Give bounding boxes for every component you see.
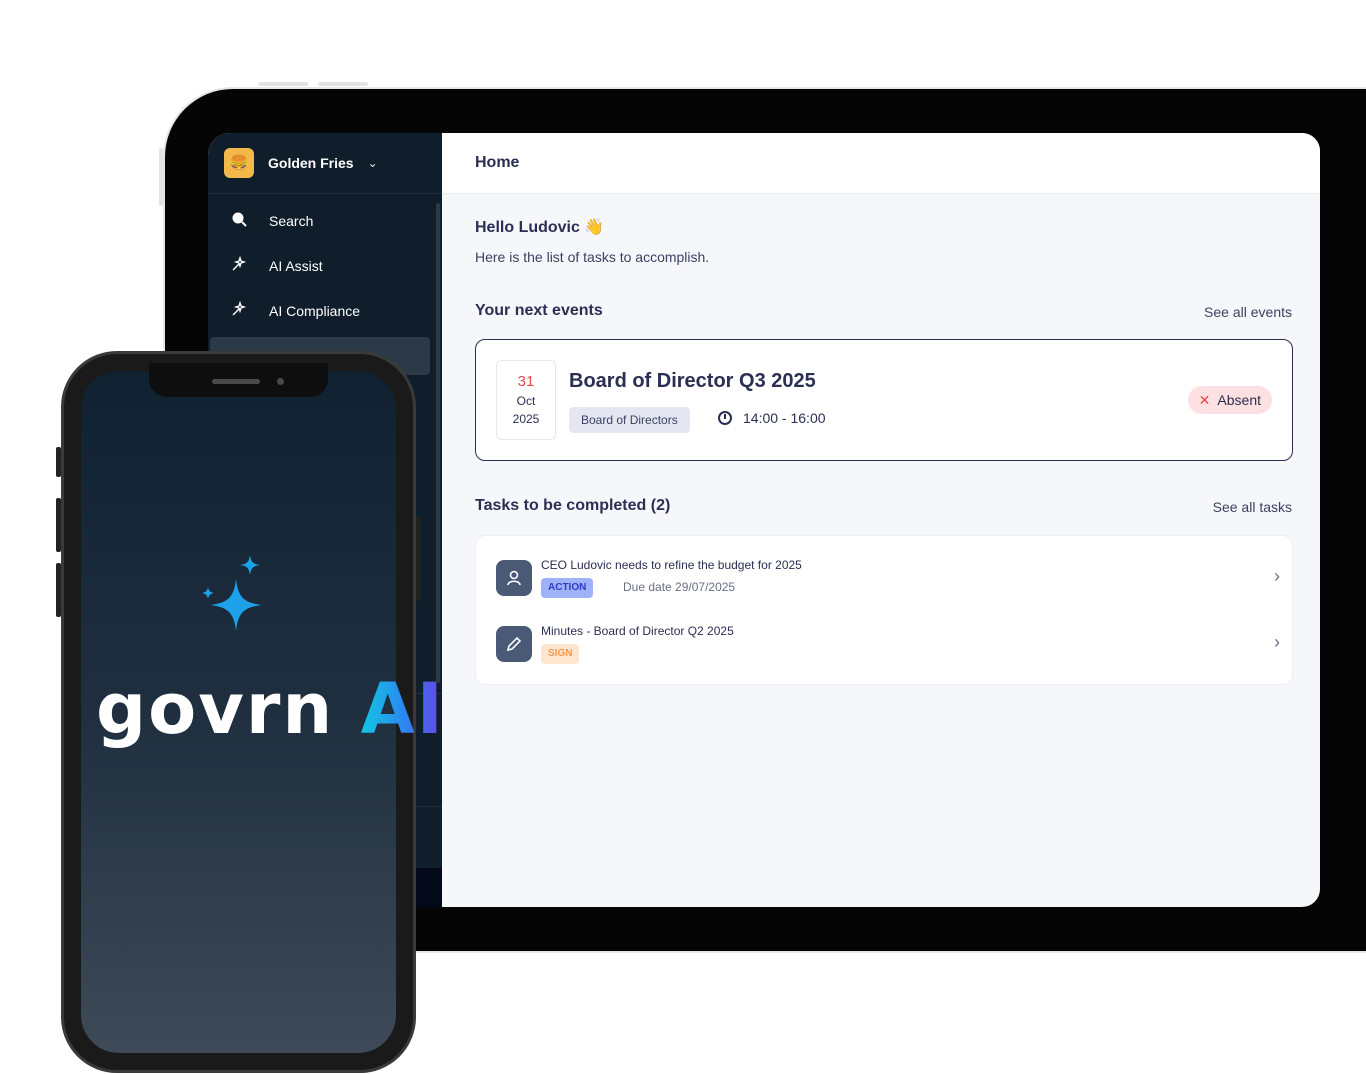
attendance-status-badge[interactable]: ✕ Absent xyxy=(1187,386,1272,414)
phone-speaker xyxy=(212,379,260,384)
chevron-right-icon: › xyxy=(1274,632,1280,652)
tablet-top-button xyxy=(318,82,368,86)
task-list: CEO Ludovic needs to refine the budget f… xyxy=(475,535,1293,685)
sidebar-item-label: AI Assist xyxy=(269,258,323,274)
page-title: Home xyxy=(442,133,1320,194)
event-month: Oct xyxy=(516,394,536,408)
greeting-subtitle: Here is the list of tasks to accomplish. xyxy=(475,249,710,265)
chevron-right-icon: › xyxy=(1274,566,1280,586)
event-tag: Board of Directors xyxy=(569,407,690,433)
events-section-title: Your next events xyxy=(475,302,603,319)
event-title: Board of Director Q3 2025 xyxy=(569,370,816,392)
greeting: Hello Ludovic 👋 xyxy=(475,219,605,236)
magic-wand-icon xyxy=(228,255,250,277)
sidebar-scrollbar[interactable] xyxy=(436,203,440,683)
event-year: 2025 xyxy=(512,412,540,426)
user-icon xyxy=(496,560,532,596)
event-card[interactable]: 31 Oct 2025 Board of Director Q3 2025 Bo… xyxy=(475,339,1293,461)
event-day: 31 xyxy=(517,373,535,390)
clock-icon xyxy=(718,411,732,425)
tablet-top-button xyxy=(258,82,308,86)
close-icon: ✕ xyxy=(1198,391,1211,408)
pencil-icon xyxy=(496,626,532,662)
sparkle-icon xyxy=(202,555,262,631)
chevron-down-icon: ⌄ xyxy=(367,156,378,170)
task-badge: ACTION xyxy=(541,578,594,598)
magic-wand-icon xyxy=(228,300,250,322)
brand-ai: AI xyxy=(360,668,445,750)
event-time-label: 14:00 - 16:00 xyxy=(743,410,826,426)
phone-camera xyxy=(277,378,284,385)
sidebar-item-label: AI Compliance xyxy=(269,303,361,319)
event-date: 31 Oct 2025 xyxy=(496,360,556,440)
task-badge: SIGN xyxy=(541,644,580,664)
sidebar-item-ai-assist[interactable]: AI Assist xyxy=(208,247,428,285)
task-due-date: Due date 29/07/2025 xyxy=(623,580,736,594)
tasks-section-title: Tasks to be completed (2) xyxy=(475,497,671,514)
see-all-events-link[interactable]: See all events xyxy=(1204,304,1292,320)
task-title: Minutes - Board of Director Q2 2025 xyxy=(541,624,734,638)
sidebar-item-search[interactable]: Search xyxy=(208,202,428,240)
task-item[interactable]: CEO Ludovic needs to refine the budget f… xyxy=(496,558,1280,608)
task-item[interactable]: Minutes - Board of Director Q2 2025 SIGN… xyxy=(496,624,1280,674)
brand-wordmark: govrn xyxy=(96,668,335,750)
phone-side-button xyxy=(416,517,421,601)
task-title: CEO Ludovic needs to refine the budget f… xyxy=(541,558,802,572)
sidebar-item-ai-compliance[interactable]: AI Compliance xyxy=(208,292,428,330)
govrn-logo: govrn AI xyxy=(96,668,445,750)
sidebar-item-label: Search xyxy=(269,213,314,229)
search-icon xyxy=(228,211,250,231)
org-switcher[interactable]: 🍔 Golden Fries ⌄ xyxy=(208,133,442,194)
org-name: Golden Fries xyxy=(268,155,354,171)
org-logo: 🍔 xyxy=(224,148,254,178)
main-content: Home Hello Ludovic 👋 Here is the list of… xyxy=(442,133,1320,907)
attendance-status-label: Absent xyxy=(1217,392,1261,408)
see-all-tasks-link[interactable]: See all tasks xyxy=(1213,499,1292,515)
event-time: 14:00 - 16:00 xyxy=(718,410,826,426)
